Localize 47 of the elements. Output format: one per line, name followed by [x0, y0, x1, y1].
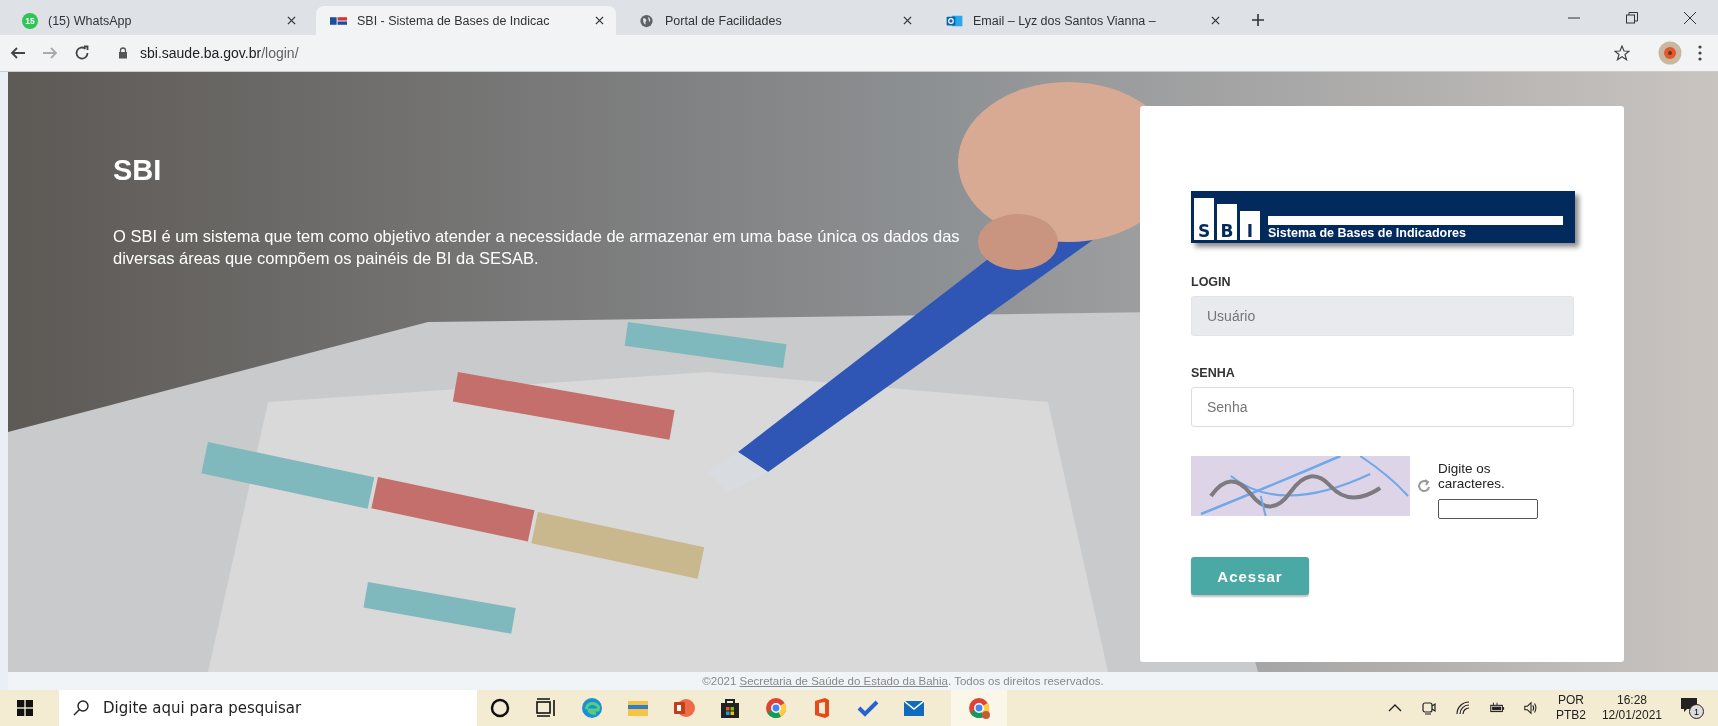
tab-title: Portal de Facilidades — [665, 13, 783, 28]
speaker-icon[interactable] — [1522, 700, 1539, 716]
mail-app-icon — [946, 13, 963, 28]
plus-icon[interactable] — [1252, 14, 1264, 26]
shopping-bag-icon — [718, 696, 742, 720]
chrome-profile-icon — [967, 696, 991, 720]
tab-title: SBI - Sistema de Bases de Indicac — [357, 13, 551, 28]
date-text: 12/01/2021 — [1601, 708, 1662, 723]
notification-count: 1 — [1689, 704, 1704, 719]
presentation-app-icon — [672, 696, 696, 720]
taskbar-search-field[interactable]: Digite aqui para pesquisar — [59, 690, 477, 726]
close-icon[interactable] — [287, 16, 296, 25]
globe-icon — [638, 13, 655, 28]
clock[interactable]: 16:28 12/01/2021 — [1601, 693, 1662, 723]
meeting-icon[interactable] — [1420, 700, 1437, 716]
browser-icon — [580, 696, 604, 720]
copyright-text: ©2021 Secretaria de Saúde do Estado da Bahia. Todos os direitos reservados. — [702, 675, 1104, 687]
notification-center[interactable]: 1 — [1680, 697, 1704, 719]
reload-icon[interactable] — [74, 45, 90, 61]
layout-text: PTB2 — [1555, 708, 1586, 723]
circle-icon — [488, 696, 512, 720]
browser-tab[interactable]: 15 (15) WhatsApp — [8, 6, 308, 35]
close-icon[interactable] — [1211, 16, 1220, 25]
browser-tab[interactable]: SBI - Sistema de Bases de Indicac — [316, 6, 616, 35]
language-text: POR — [1557, 693, 1584, 708]
tab-title: (15) WhatsApp — [48, 13, 133, 28]
menu-icon[interactable] — [1698, 45, 1702, 61]
close-icon[interactable] — [903, 16, 912, 25]
chrome-icon — [764, 696, 788, 720]
close-icon[interactable] — [1684, 12, 1696, 24]
tab-title: Email – Lyz dos Santos Vianna – — [973, 13, 1157, 28]
windows-start-icon[interactable] — [17, 700, 33, 716]
time-text: 16:28 — [1616, 693, 1647, 708]
lock-icon — [118, 47, 128, 59]
task-view-icon — [534, 696, 558, 720]
browser-tab[interactable]: Portal de Facilidades — [624, 6, 924, 35]
close-icon[interactable] — [595, 16, 604, 25]
restore-icon[interactable] — [1626, 12, 1638, 24]
chat-badge-icon: 15 — [22, 12, 38, 29]
star-icon[interactable] — [1614, 45, 1630, 61]
language-indicator[interactable]: POR PTB2 — [1555, 693, 1586, 723]
browser-tab[interactable]: Email – Lyz dos Santos Vianna – — [932, 6, 1232, 35]
url-text: sbi.saude.ba.gov.br/login/ — [140, 45, 299, 61]
back-arrow-icon[interactable] — [10, 45, 26, 61]
wifi-icon[interactable] — [1454, 700, 1471, 716]
profile-avatar-icon[interactable] — [1658, 41, 1682, 65]
search-icon — [73, 700, 89, 716]
